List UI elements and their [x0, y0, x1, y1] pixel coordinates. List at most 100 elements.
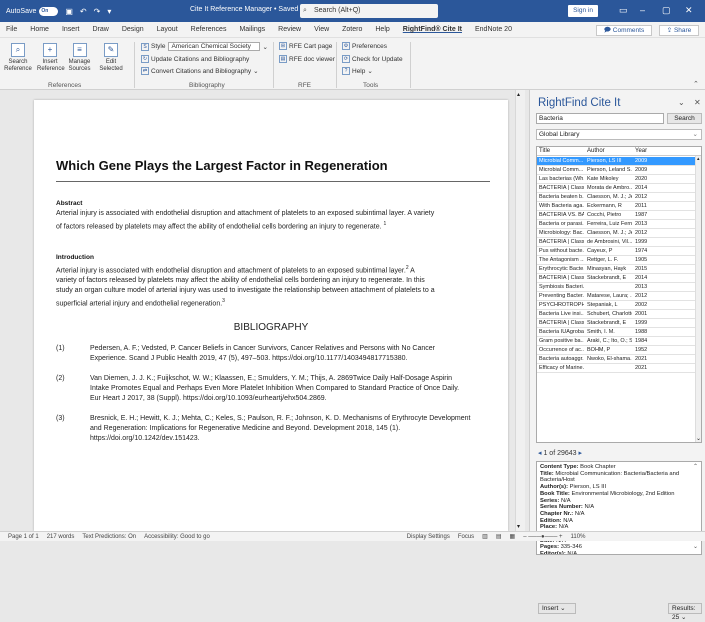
- document-page[interactable]: Which Gene Plays the Largest Factor in R…: [34, 100, 508, 531]
- results-count-select[interactable]: Results: 25 ⌄: [668, 603, 702, 621]
- insert-citation-button[interactable]: Insert ⌄: [538, 603, 576, 614]
- tab-view[interactable]: View: [314, 26, 329, 33]
- manage-sources-button[interactable]: ≡ Manage Sources: [66, 43, 93, 73]
- table-row[interactable]: Microbial Comm... Pierson, Leland S... 200…: [537, 166, 695, 175]
- close-icon[interactable]: ✕: [685, 5, 693, 16]
- chevron-down-icon[interactable]: ⌄: [262, 43, 267, 51]
- panel-search-input[interactable]: Bacteria: [536, 113, 664, 124]
- table-row[interactable]: With Bacteria aga... Eckermann, R 2011: [537, 202, 695, 211]
- zoom-slider[interactable]: – ───●─── +: [523, 534, 562, 540]
- word-count[interactable]: 217 words: [47, 534, 75, 540]
- table-row[interactable]: BACTERIA | Classi...Stackebrandt, E 2014: [537, 274, 695, 283]
- accessibility-status[interactable]: Accessibility: Good to go: [144, 534, 210, 540]
- table-row[interactable]: Preventing Bacter... Matarese, Laura; ...…: [537, 292, 695, 301]
- maximize-icon[interactable]: ▢: [662, 5, 671, 16]
- table-row[interactable]: Bacteria Live insi... Schubert, Charlotte…: [537, 310, 695, 319]
- tab-layout[interactable]: Layout: [157, 26, 178, 33]
- table-row[interactable]: Gram positive ba...Araki, C.; Ito, O.; S…: [537, 337, 695, 346]
- citation-marker[interactable]: 1: [384, 221, 387, 227]
- rfe-doc-viewer-button[interactable]: ▤ RFE doc viewer: [279, 55, 335, 63]
- undo-icon[interactable]: ↶: [80, 7, 87, 16]
- tab-rightfind-cite-it[interactable]: RightFind® Cite It: [403, 26, 462, 33]
- collapse-ribbon-icon[interactable]: ⌃: [693, 80, 699, 88]
- library-select[interactable]: Global Library ⌄: [536, 129, 702, 140]
- sign-in-button[interactable]: Sign in: [568, 5, 598, 17]
- tab-endnote[interactable]: EndNote 20: [475, 26, 512, 33]
- text-predictions[interactable]: Text Predictions: On: [82, 534, 136, 540]
- insert-reference-button[interactable]: + Insert Reference: [37, 43, 65, 73]
- tab-help[interactable]: Help: [375, 26, 389, 33]
- zoom-level[interactable]: 110%: [571, 534, 586, 540]
- table-row[interactable]: BACTERIA VS. BA...Cocchi, Pietro 1987: [537, 211, 695, 220]
- column-author[interactable]: Author: [587, 148, 632, 154]
- save-icon[interactable]: ▣: [65, 7, 73, 16]
- autosave-toggle[interactable]: On: [39, 6, 59, 16]
- table-row[interactable]: BACTERIA | Classi...Stackebrandt, E 1999: [537, 319, 695, 328]
- web-layout-icon[interactable]: ▦: [510, 533, 516, 540]
- scroll-down-icon[interactable]: ⌄: [696, 435, 701, 442]
- page-count[interactable]: Page 1 of 1: [8, 534, 39, 540]
- column-title[interactable]: Title: [539, 148, 584, 154]
- panel-search-button[interactable]: Search: [667, 113, 702, 124]
- table-row[interactable]: Bacteria autoaggr... Nwoko, El-shama... 20…: [537, 355, 695, 364]
- table-row[interactable]: PSYCHROTROPHI...Stepaniak, L 2002: [537, 301, 695, 310]
- table-row[interactable]: BACTERIA | Classi...Morata de Ambro...20…: [537, 184, 695, 193]
- citation-marker[interactable]: 3: [222, 298, 225, 304]
- column-year[interactable]: Year: [635, 148, 665, 154]
- scroll-down-icon[interactable]: ▾: [517, 523, 520, 530]
- tab-references[interactable]: References: [191, 26, 227, 33]
- focus-mode[interactable]: Focus: [458, 534, 474, 540]
- tab-insert[interactable]: Insert: [62, 26, 80, 33]
- redo-icon[interactable]: ↷: [94, 7, 101, 16]
- check-update-button[interactable]: ⟳ Check for Update: [342, 55, 403, 63]
- tab-home[interactable]: Home: [30, 26, 49, 33]
- search-reference-button[interactable]: ⌕ Search Reference: [3, 43, 33, 73]
- preferences-button[interactable]: ⚙ Preferences: [342, 42, 387, 50]
- table-row[interactable]: Las bacterias (Wh... Kate Mikoley 2020: [537, 175, 695, 184]
- table-row[interactable]: Bacteria beaten b...Claesson, M. J.; Je.…: [537, 193, 695, 202]
- table-row[interactable]: Symbiosis Bacteri... 2013: [537, 283, 695, 292]
- read-mode-icon[interactable]: ▥: [482, 533, 488, 540]
- prev-page-icon[interactable]: ◂: [538, 450, 542, 457]
- share-button[interactable]: ⇪ Share: [659, 25, 699, 36]
- document-scrollbar[interactable]: ▴ ▾: [515, 90, 525, 531]
- style-select[interactable]: American Chemical Society: [168, 42, 261, 51]
- table-row[interactable]: Occurrence of ac... BOHM, P 1952: [537, 346, 695, 355]
- convert-citations-button[interactable]: ⇄ Convert Citations and Bibliography ⌄: [141, 67, 259, 75]
- ribbon-display-icon[interactable]: ▭: [619, 5, 628, 16]
- rfe-cart-button[interactable]: ⊞ RFE Cart page: [279, 42, 332, 50]
- citation-marker[interactable]: 2: [406, 265, 409, 271]
- table-scrollbar[interactable]: ▴ ⌄: [695, 156, 701, 442]
- table-row[interactable]: Bacteria or parasi... Ferreira, Luiz Fern…: [537, 220, 695, 229]
- table-row[interactable]: Pus without bacte... Cayeux, P 1974: [537, 247, 695, 256]
- table-row[interactable]: Erythrocytic Bacte... Minasyan, Hayk 2015: [537, 265, 695, 274]
- panel-menu-icon[interactable]: ⌄: [678, 98, 685, 107]
- table-row[interactable]: Bacteria IUAgroba... Smith, I. M. 1988: [537, 328, 695, 337]
- minimize-icon[interactable]: –: [640, 5, 645, 15]
- tab-zotero[interactable]: Zotero: [342, 26, 362, 33]
- tab-review[interactable]: Review: [278, 26, 301, 33]
- help-button[interactable]: ? Help ⌄: [342, 67, 373, 75]
- tab-mailings[interactable]: Mailings: [239, 26, 265, 33]
- table-row[interactable]: BACTERIA | Classi...de Ambrosini, Vil...…: [537, 238, 695, 247]
- display-settings[interactable]: Display Settings: [407, 534, 450, 540]
- detail-scroll-up-icon[interactable]: ⌃: [693, 463, 698, 470]
- tab-design[interactable]: Design: [122, 26, 144, 33]
- detail-scroll-down-icon[interactable]: ⌄: [693, 543, 698, 550]
- search-box[interactable]: ⌕ Search (Alt+Q): [300, 4, 438, 18]
- tab-file[interactable]: File: [6, 26, 17, 33]
- print-layout-icon[interactable]: ▤: [496, 533, 502, 540]
- quick-access-icon[interactable]: ▾: [107, 7, 111, 16]
- edit-selected-button[interactable]: ✎ Edit Selected: [96, 43, 126, 73]
- table-row[interactable]: Microbiology: Bac...Claesson, M. J.; Je.…: [537, 229, 695, 238]
- tab-draw[interactable]: Draw: [92, 26, 108, 33]
- scroll-up-icon[interactable]: ▴: [517, 91, 520, 98]
- scroll-up-icon[interactable]: ▴: [697, 156, 700, 162]
- update-citations-button[interactable]: ↻ Update Citations and Bibliography: [141, 55, 249, 63]
- comments-button[interactable]: 🗩 Comments: [596, 25, 652, 36]
- table-row[interactable]: Microbial Comm... Pierson, LS III 2009: [537, 157, 695, 166]
- table-row[interactable]: The Antagonism ... Rettger, L. F. 1905: [537, 256, 695, 265]
- next-page-icon[interactable]: ▸: [579, 450, 583, 457]
- table-row[interactable]: Efficacy of Marine... 2021: [537, 364, 695, 373]
- panel-close-icon[interactable]: ✕: [694, 98, 701, 107]
